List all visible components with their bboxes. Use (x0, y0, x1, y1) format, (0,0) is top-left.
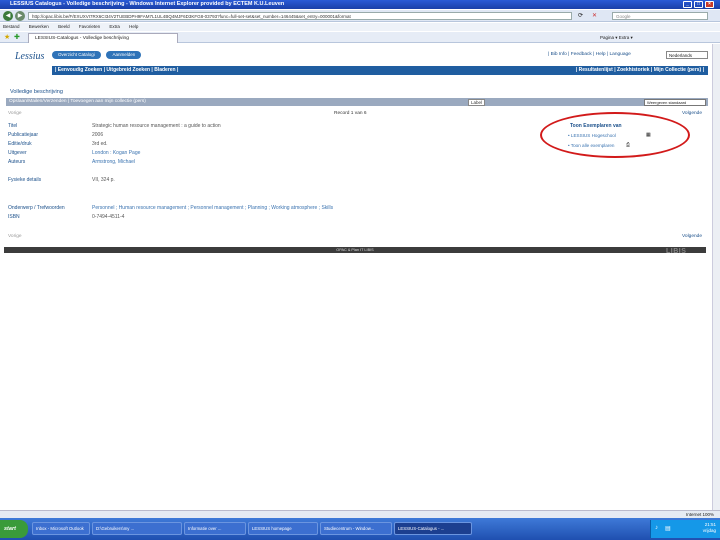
login-button[interactable]: Aanmelden (106, 51, 142, 59)
field-label-edition: Editie/druk (8, 141, 32, 147)
refresh-icon[interactable]: ⟳ (578, 12, 583, 19)
libis-logo: LIBIS (666, 248, 687, 255)
volume-icon[interactable]: ♪ (655, 525, 658, 531)
status-bar: Internet 100% (0, 510, 720, 518)
top-buttons: Overzicht Catalogi Aanmelden (52, 51, 145, 59)
task-info[interactable]: Informatie over ... (184, 522, 246, 535)
field-value-year: 2006 (92, 132, 104, 138)
task-homepage[interactable]: LESSIUS homepage (248, 522, 318, 535)
favorites-star-icon[interactable]: ★ (4, 33, 10, 41)
menu-item-tools[interactable]: Extra (109, 24, 120, 29)
next-link-bottom[interactable]: Volgende (682, 234, 702, 239)
save-mail-add-links[interactable]: Opslaan/Mailen/Verzenden | Toevoegen aan… (9, 99, 146, 104)
forward-icon[interactable]: ▶ (15, 11, 25, 21)
record-counter: Record 1 van 6 (334, 111, 367, 116)
label-tag-button[interactable]: Label (468, 99, 486, 106)
field-value-isbn: 0-7494-4511-4 (92, 214, 125, 220)
field-label-physical: Fysieke details (8, 177, 42, 183)
menu-item-view[interactable]: Beeld (58, 24, 70, 29)
top-links[interactable]: | Bib Info | Feedback | Help | Language (548, 52, 631, 57)
footer-bar: OPAC & Plan IT LIBIS (4, 247, 706, 253)
actions-bar: Opslaan/Mailen/Verzenden | Toevoegen aan… (6, 98, 708, 106)
window-title: LESSIUS Catalogus - Volledige beschrijvi… (10, 1, 285, 7)
field-value-title: Strategic human resource management : a … (92, 123, 221, 129)
main-nav-bar: | Eenvoudig Zoeken | Uitgebreid Zoeken |… (52, 66, 708, 75)
field-value-subjects[interactable]: Personnel ; Human resource management ; … (92, 205, 333, 211)
menu-item-file[interactable]: Bestand (3, 24, 20, 29)
overview-catalogs-button[interactable]: Overzicht Catalogi (52, 51, 101, 59)
clock[interactable]: 21:51 vrijdag (703, 522, 716, 534)
menu-item-edit[interactable]: Bewerken (29, 24, 49, 29)
next-link[interactable]: Volgende (682, 111, 702, 116)
page-title: Volledige beschrijving (10, 89, 63, 95)
field-label-year: Publicatiejaar (8, 132, 39, 138)
taskbar: start Inbox - Microsoft Outlook D:\Gebru… (0, 518, 720, 540)
task-catalogus[interactable]: LESSIUS-Catalogus - ... (394, 522, 472, 535)
language-select[interactable]: Nederlands (666, 51, 708, 59)
annotation-circle (540, 112, 690, 158)
previous-link-bottom[interactable]: Vorige (8, 234, 22, 239)
field-label-authors: Auteurs (8, 159, 26, 165)
field-label-subjects: Onderwerp / Trefwoorden (8, 205, 65, 211)
search-input[interactable]: Google (612, 12, 708, 20)
menu-item-help[interactable]: Help (129, 24, 138, 29)
system-tray: ♪ ▤ 21:51 vrijdag (650, 520, 720, 538)
stop-icon[interactable]: ✕ (592, 12, 597, 19)
start-button[interactable]: start (0, 520, 28, 538)
field-value-publisher[interactable]: London : Kogan Page (92, 150, 140, 156)
task-studiecentrum[interactable]: Studiecentrum - Window... (320, 522, 392, 535)
field-label-publisher: Uitgever (8, 150, 27, 156)
menu-item-favorites[interactable]: Favorieten (79, 24, 100, 29)
tab-row: ★ ✚ LESSIUS-Catalogus - Volledige beschr… (0, 32, 720, 43)
back-icon[interactable]: ◀ (3, 11, 13, 21)
nav-results-links[interactable]: | Resultatenlijst | Zoekhistoriek | Mijn… (576, 66, 704, 75)
window-title-bar: LESSIUS Catalogus - Volledige beschrijvi… (0, 0, 720, 9)
field-label-title: Titel (8, 123, 18, 129)
close-icon[interactable]: × (705, 1, 714, 8)
tab-tools[interactable]: Pagina ▾ Extra ▾ (600, 33, 633, 42)
minimize-icon[interactable]: _ (683, 1, 692, 8)
task-explorer[interactable]: D:\Gebruikers\my ... (92, 522, 182, 535)
field-label-isbn: ISBN (8, 214, 20, 220)
field-value-physical: VII, 324 p. (92, 177, 115, 183)
zone-zoom[interactable]: Internet 100% (686, 511, 714, 518)
address-row: ◀ ▶ http://opac.libis.be/F/EXUXVI7RX6CI3… (0, 10, 720, 22)
menu-bar: Bestand Bewerken Beeld Favorieten Extra … (0, 23, 720, 31)
network-icon[interactable]: ▤ (665, 525, 671, 532)
display-format-select[interactable]: Weergeven standaard (644, 99, 706, 106)
browser-tab[interactable]: LESSIUS-Catalogus - Volledige beschrijvi… (28, 33, 178, 43)
maximize-icon[interactable]: □ (694, 1, 703, 8)
nav-search-links[interactable]: | Eenvoudig Zoeken | Uitgebreid Zoeken |… (55, 67, 178, 73)
clock-day: vrijdag (702, 528, 716, 533)
previous-link[interactable]: Vorige (8, 111, 22, 116)
vertical-scrollbar[interactable] (712, 44, 720, 510)
lessius-logo: Lessius (15, 51, 45, 62)
address-input[interactable]: http://opac.libis.be/F/EXUXVI7RX6CI34V2T… (28, 12, 572, 20)
field-value-authors[interactable]: Armstrong, Michael (92, 159, 135, 165)
field-value-edition: 3rd ed. (92, 141, 108, 147)
task-outlook[interactable]: Inbox - Microsoft Outlook (32, 522, 90, 535)
add-favorites-icon[interactable]: ✚ (14, 33, 20, 41)
